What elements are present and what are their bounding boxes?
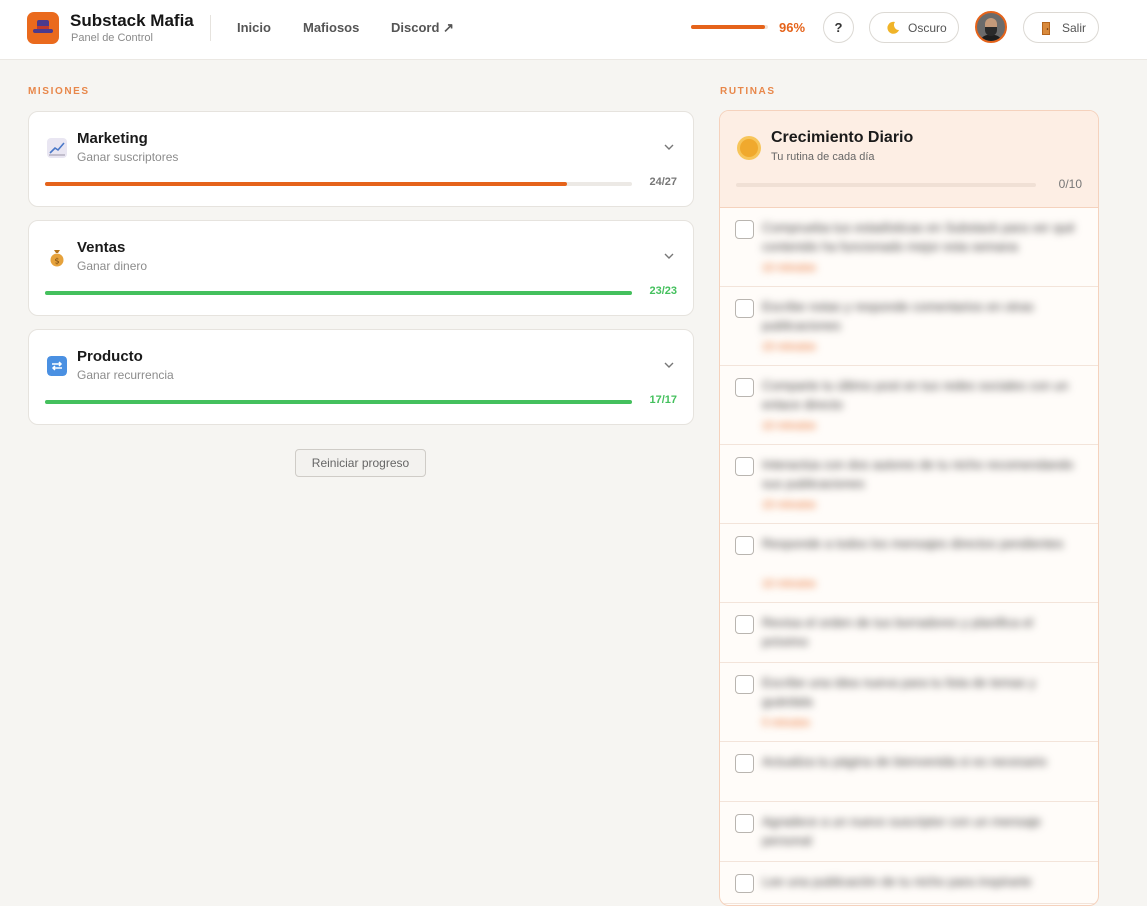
mission-card-ventas[interactable]: $ Ventas Ganar dinero 23/23 bbox=[28, 220, 694, 316]
task-checkbox[interactable] bbox=[735, 874, 754, 893]
mission-title: Producto bbox=[77, 348, 143, 365]
svg-text:$: $ bbox=[54, 257, 59, 266]
mission-card-producto[interactable]: Producto Ganar recurrencia 17/17 bbox=[28, 329, 694, 425]
routine-task-row[interactable]: Escribe notas y responde comentarios en … bbox=[720, 287, 1098, 366]
logout-button[interactable]: Salir bbox=[1023, 12, 1099, 43]
logout-label: Salir bbox=[1062, 21, 1087, 35]
mission-progress-count: 23/23 bbox=[649, 285, 677, 297]
nav-inicio[interactable]: Inicio bbox=[237, 20, 271, 35]
mission-progress-fill bbox=[45, 400, 632, 404]
task-text: Actualiza tu página de bienvenida si es … bbox=[762, 754, 1047, 769]
task-text: Comprueba tus estadísticas en Substack p… bbox=[762, 220, 1075, 254]
nav-mafiosos[interactable]: Mafiosos bbox=[303, 20, 359, 35]
routine-task-row[interactable]: Interactúa con dos autores de tu nicho r… bbox=[720, 445, 1098, 524]
task-time-tag: 10 minutos bbox=[762, 420, 816, 432]
routines-section-label: RUTINAS bbox=[720, 86, 776, 97]
theme-toggle-button[interactable]: Oscuro bbox=[869, 12, 959, 43]
avatar[interactable] bbox=[975, 11, 1007, 43]
door-icon bbox=[1042, 22, 1050, 35]
mission-card-marketing[interactable]: Marketing Ganar suscriptores 24/27 bbox=[28, 111, 694, 207]
nav-discord[interactable]: Discord ↗ bbox=[391, 20, 454, 36]
task-time-tag: 10 minutos bbox=[762, 578, 816, 590]
routine-header[interactable]: Crecimiento Diario Tu rutina de cada día… bbox=[720, 111, 1098, 208]
mission-progress-bar bbox=[45, 182, 632, 186]
routine-panel: Crecimiento Diario Tu rutina de cada día… bbox=[719, 110, 1099, 906]
global-progress-percent: 96% bbox=[779, 20, 806, 35]
routine-progress-count: 0/10 bbox=[1058, 177, 1082, 191]
mission-subtitle: Ganar recurrencia bbox=[77, 368, 174, 382]
task-time-tag: 5 minutos bbox=[762, 717, 810, 729]
mission-title: Marketing bbox=[77, 130, 148, 147]
moon-icon bbox=[887, 21, 899, 34]
routine-task-row[interactable]: Responde a todos los mensajes directos p… bbox=[720, 524, 1098, 603]
header-divider bbox=[210, 15, 211, 41]
task-text: Escribe notas y responde comentarios en … bbox=[762, 299, 1034, 333]
routine-task-row[interactable]: Comprueba tus estadísticas en Substack p… bbox=[720, 208, 1098, 287]
chevron-down-icon[interactable] bbox=[662, 249, 676, 263]
task-text: Agradece a un nuevo suscriptor con un me… bbox=[762, 814, 1041, 848]
top-header: Substack Mafia Panel de Control Inicio M… bbox=[0, 0, 1147, 60]
task-time-tag: 15 minutos bbox=[762, 499, 816, 511]
brand-title: Substack Mafia bbox=[70, 11, 194, 30]
routine-task-row[interactable]: Agradece a un nuevo suscriptor con un me… bbox=[720, 802, 1098, 862]
chevron-down-icon[interactable] bbox=[662, 358, 676, 372]
chevron-down-icon[interactable] bbox=[662, 140, 676, 154]
sun-icon bbox=[740, 139, 758, 157]
routine-task-row[interactable]: Comparte tu último post en tus redes soc… bbox=[720, 366, 1098, 445]
logo-hat-icon[interactable] bbox=[27, 12, 59, 44]
task-checkbox[interactable] bbox=[735, 299, 754, 318]
task-checkbox[interactable] bbox=[735, 378, 754, 397]
avatar-shirt bbox=[980, 35, 1002, 41]
mission-subtitle: Ganar dinero bbox=[77, 259, 148, 273]
task-checkbox[interactable] bbox=[735, 615, 754, 634]
missions-section-label: MISIONES bbox=[28, 86, 90, 97]
task-text: Lee una publicación de tu nicho para ins… bbox=[762, 874, 1032, 889]
task-checkbox[interactable] bbox=[735, 457, 754, 476]
reset-progress-button[interactable]: Reiniciar progreso bbox=[295, 449, 426, 477]
task-text: Escribe una idea nueva para tu lista de … bbox=[762, 675, 1036, 709]
global-progress-bar bbox=[691, 25, 768, 29]
repeat-icon bbox=[47, 356, 67, 376]
routine-task-row[interactable]: Escribe una idea nueva para tu lista de … bbox=[720, 663, 1098, 742]
routine-task-row[interactable]: Lee una publicación de tu nicho para ins… bbox=[720, 862, 1098, 904]
mission-subtitle: Ganar suscriptores bbox=[77, 150, 179, 164]
task-checkbox[interactable] bbox=[735, 675, 754, 694]
brand-subtitle: Panel de Control bbox=[71, 32, 153, 44]
mission-progress-bar bbox=[45, 400, 632, 404]
task-text: Revisa el orden de tus borradores y plan… bbox=[762, 615, 1033, 649]
task-checkbox[interactable] bbox=[735, 814, 754, 833]
task-text: Comparte tu último post en tus redes soc… bbox=[762, 378, 1069, 412]
routine-progress-bar bbox=[736, 183, 1036, 187]
chart-up-icon bbox=[47, 138, 67, 158]
task-checkbox[interactable] bbox=[735, 220, 754, 239]
routine-subtitle: Tu rutina de cada día bbox=[771, 151, 875, 163]
mission-progress-count: 17/17 bbox=[649, 394, 677, 406]
help-button[interactable]: ? bbox=[823, 12, 854, 43]
mission-progress-fill bbox=[45, 291, 632, 295]
mission-progress-bar bbox=[45, 291, 632, 295]
mission-progress-count: 24/27 bbox=[649, 176, 677, 188]
money-bag-icon: $ bbox=[50, 250, 64, 267]
global-progress-fill bbox=[691, 25, 765, 29]
task-checkbox[interactable] bbox=[735, 754, 754, 773]
routine-task-row[interactable]: Revisa el orden de tus borradores y plan… bbox=[720, 603, 1098, 663]
routine-title: Crecimiento Diario bbox=[771, 129, 914, 146]
mission-progress-fill bbox=[45, 182, 567, 186]
task-text: Interactúa con dos autores de tu nicho r… bbox=[762, 457, 1074, 491]
routine-task-row[interactable]: Actualiza tu página de bienvenida si es … bbox=[720, 742, 1098, 802]
task-time-tag: 15 minutos bbox=[762, 341, 816, 353]
task-text: Responde a todos los mensajes directos p… bbox=[762, 536, 1064, 551]
hat-brim bbox=[33, 29, 53, 33]
task-time-tag: 10 minutos bbox=[762, 262, 816, 274]
mission-title: Ventas bbox=[77, 239, 126, 256]
theme-label: Oscuro bbox=[908, 21, 947, 35]
task-checkbox[interactable] bbox=[735, 536, 754, 555]
